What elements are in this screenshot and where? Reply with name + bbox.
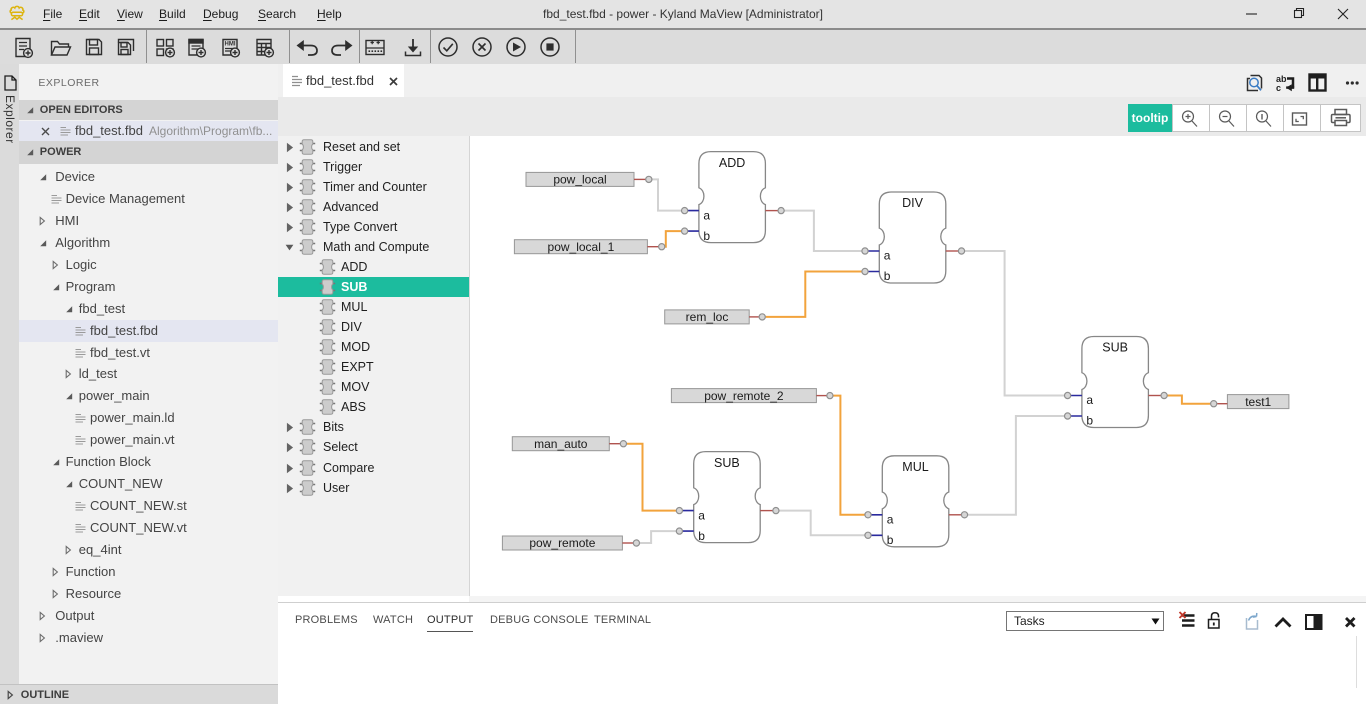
svg-text:a: a: [1086, 393, 1093, 407]
svg-text:pow_remote: pow_remote: [529, 536, 595, 550]
svg-text:MUL: MUL: [902, 460, 928, 474]
svg-text:a: a: [703, 208, 710, 222]
svg-text:b: b: [698, 529, 705, 543]
svg-text:HMI: HMI: [225, 42, 236, 48]
svg-text:rem_loc: rem_loc: [686, 310, 729, 324]
svg-text:ADD: ADD: [719, 156, 745, 170]
svg-text:SUB: SUB: [1102, 341, 1128, 355]
svg-text:pow_local_1: pow_local_1: [548, 240, 615, 254]
svg-text:man_auto: man_auto: [534, 437, 588, 451]
svg-text:b: b: [887, 533, 894, 547]
svg-text:b: b: [1086, 414, 1093, 428]
svg-text:pow_local: pow_local: [553, 173, 606, 187]
svg-text:pow_remote_2: pow_remote_2: [704, 389, 784, 403]
svg-text:test1: test1: [1245, 395, 1271, 409]
svg-text:a: a: [884, 249, 891, 263]
svg-text:b: b: [703, 229, 710, 243]
svg-text:a: a: [698, 508, 705, 522]
svg-text:DIV: DIV: [902, 196, 924, 210]
svg-text:SUB: SUB: [714, 456, 740, 470]
svg-text:c: c: [1276, 83, 1281, 93]
svg-text:a: a: [887, 513, 894, 527]
svg-text:b: b: [884, 269, 891, 283]
